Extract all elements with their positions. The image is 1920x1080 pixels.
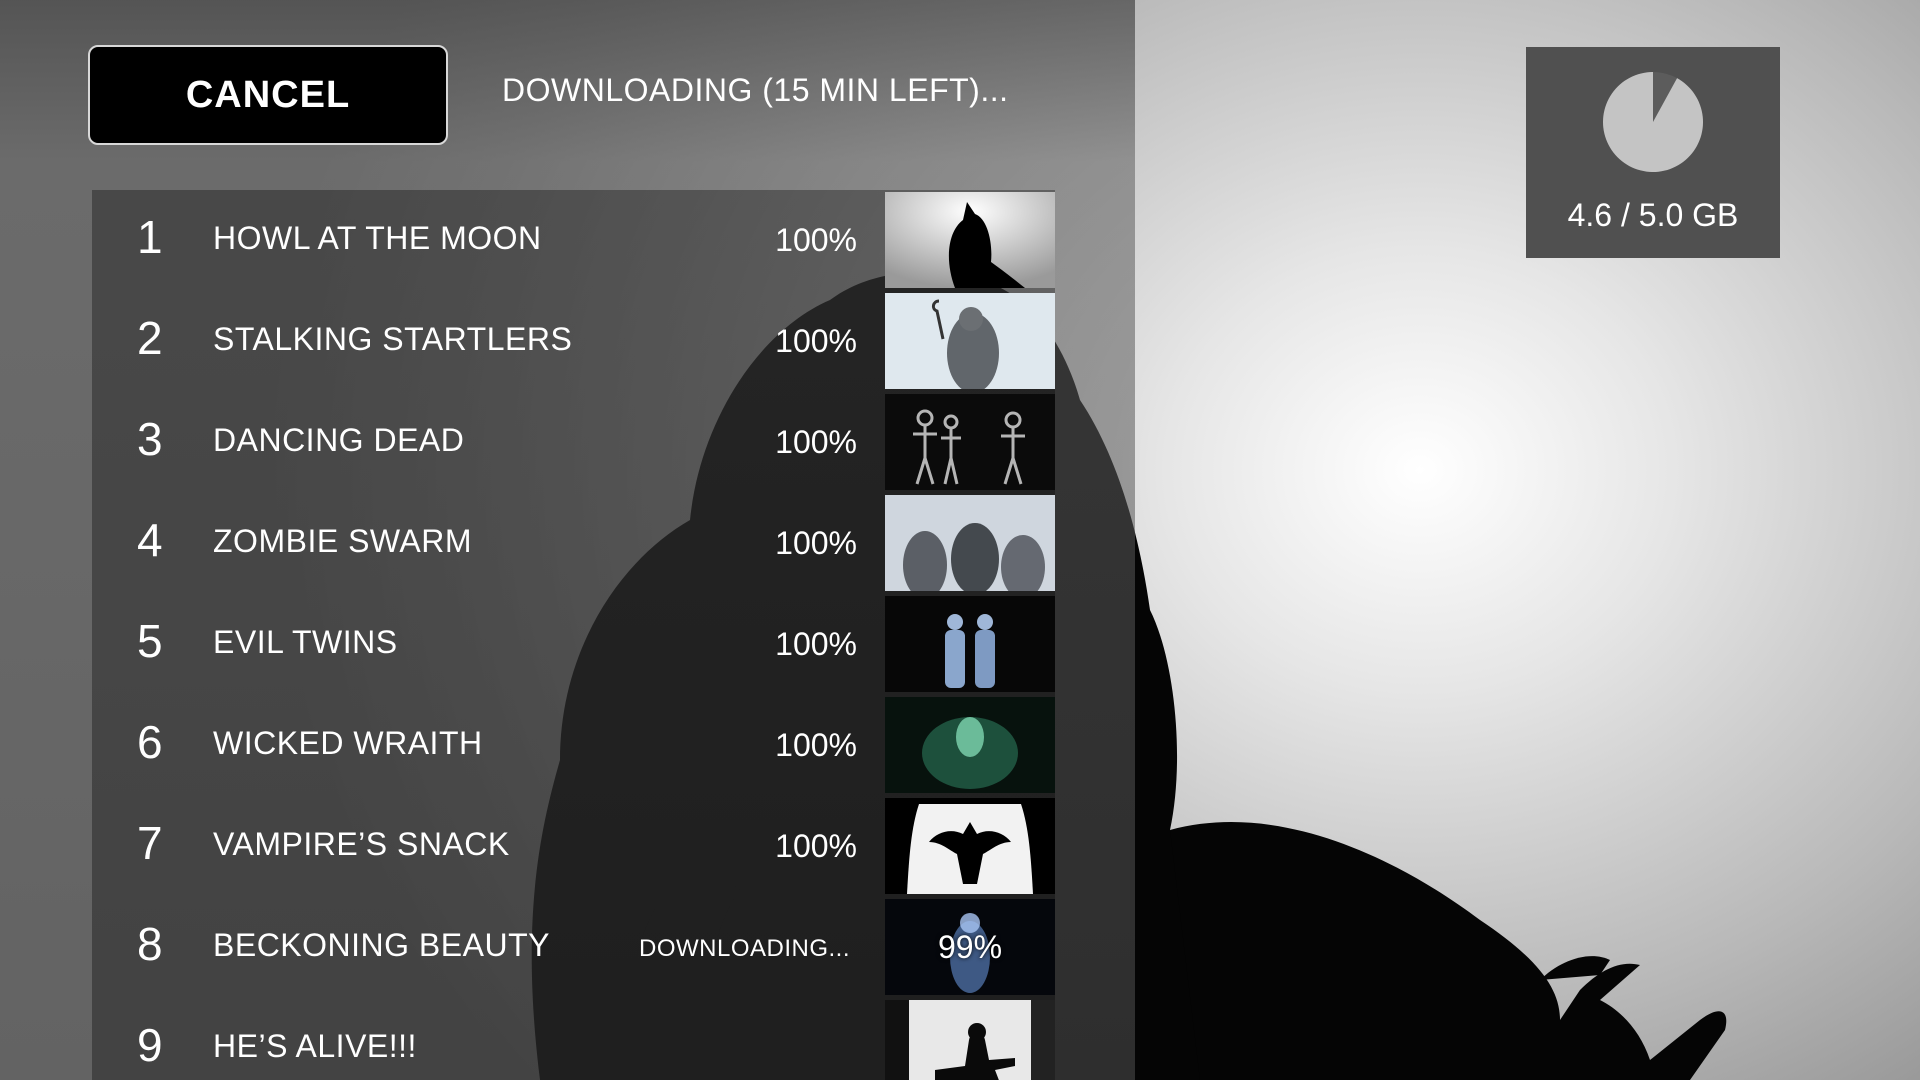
item-percent: 100% (775, 828, 857, 864)
item-number: 4 (137, 514, 163, 566)
list-item[interactable]: 3 DANCING DEAD 100% (92, 392, 1055, 493)
download-status-text: DOWNLOADING (15 MIN LEFT)... (502, 72, 1009, 108)
item-download-state: DOWNLOADING... (639, 935, 851, 962)
item-title: DANCING DEAD (213, 422, 465, 458)
item-title: VAMPIRE’S SNACK (213, 826, 510, 862)
bat-thumbnail (885, 798, 1055, 894)
item-title: HE’S ALIVE!!! (213, 1028, 417, 1064)
list-item[interactable]: 5 EVIL TWINS 100% (92, 594, 1055, 695)
item-percent: 100% (775, 323, 857, 359)
item-number: 2 (137, 312, 163, 364)
item-number: 5 (137, 615, 163, 667)
item-number: 3 (137, 413, 163, 465)
item-number: 1 (137, 211, 163, 263)
storage-indicator: 4.6 / 5.0 GB (1526, 47, 1780, 258)
item-percent: 100% (775, 626, 857, 662)
item-number: 9 (137, 1019, 163, 1071)
download-list: 1 HOWL AT THE MOON 100% 2 STALKING START… (92, 190, 1055, 1080)
storage-usage-label: 4.6 / 5.0 GB (1567, 197, 1739, 233)
item-percent: 100% (775, 727, 857, 763)
hook-man-thumbnail (885, 293, 1055, 389)
zombies-thumbnail (885, 495, 1055, 591)
skeletons-thumbnail (885, 394, 1055, 490)
list-item[interactable]: 2 STALKING STARTLERS 100% (92, 291, 1055, 392)
pie-chart-icon (1603, 72, 1703, 172)
item-title: STALKING STARTLERS (213, 321, 573, 357)
item-number: 8 (137, 918, 163, 970)
item-number: 7 (137, 817, 163, 869)
item-percent: 100% (775, 424, 857, 460)
ghost-lady-thumbnail: 99% (885, 899, 1055, 995)
list-item[interactable]: 9 HE’S ALIVE!!! (92, 998, 1055, 1080)
thumbnail-progress-percent: 99% (937, 928, 1003, 965)
wraith-thumbnail (885, 697, 1055, 793)
list-item[interactable]: 8 BECKONING BEAUTY DOWNLOADING... 99% (92, 897, 1055, 998)
list-item[interactable]: 1 HOWL AT THE MOON 100% (92, 190, 1055, 291)
list-item[interactable]: 4 ZOMBIE SWARM 100% (92, 493, 1055, 594)
item-title: HOWL AT THE MOON (213, 220, 542, 256)
item-percent: 100% (775, 222, 857, 258)
item-percent: 100% (775, 525, 857, 561)
item-title: EVIL TWINS (213, 624, 398, 660)
item-title: ZOMBIE SWARM (213, 523, 473, 559)
item-title: BECKONING BEAUTY (213, 927, 550, 963)
item-number: 6 (137, 716, 163, 768)
twins-thumbnail (885, 596, 1055, 692)
list-item[interactable]: 6 WICKED WRAITH 100% (92, 695, 1055, 796)
cancel-button[interactable]: CANCEL (88, 45, 448, 145)
item-title: WICKED WRAITH (213, 725, 483, 761)
laboratory-thumbnail (885, 1000, 1055, 1080)
list-item[interactable]: 7 VAMPIRE’S SNACK 100% (92, 796, 1055, 897)
werewolf-thumbnail (885, 192, 1055, 288)
